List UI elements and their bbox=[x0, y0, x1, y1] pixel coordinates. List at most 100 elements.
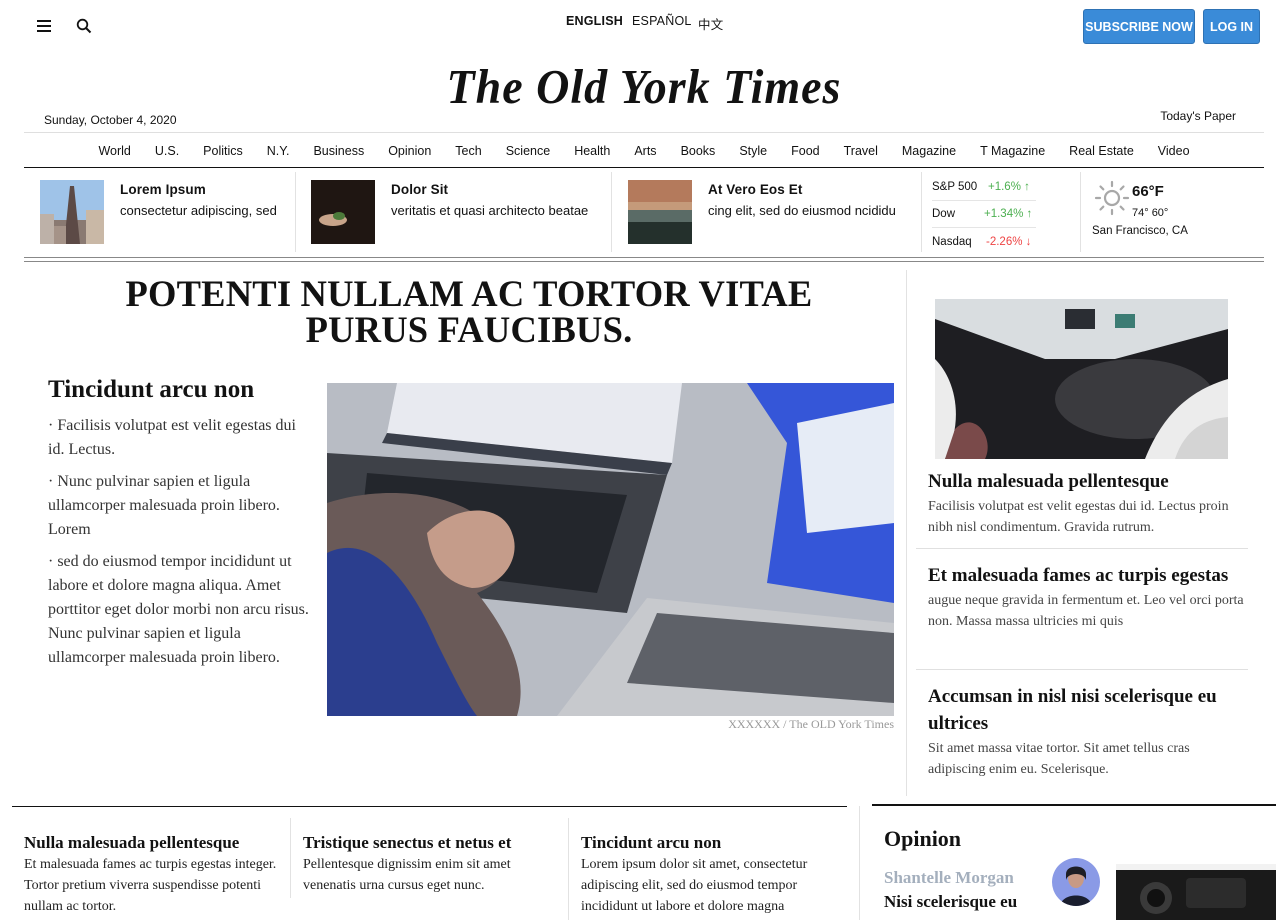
briefing-title: At Vero Eos Et bbox=[708, 182, 803, 197]
bullet-item: · Nunc pulvinar sapien et ligula ullamco… bbox=[48, 473, 280, 538]
story-summary: Et malesuada fames ac turpis egestas int… bbox=[24, 857, 277, 914]
nav-tech[interactable]: Tech bbox=[443, 144, 493, 158]
nav-magazine[interactable]: Magazine bbox=[890, 144, 968, 158]
masthead-divider bbox=[24, 132, 1264, 133]
section-nav: World U.S. Politics N.Y. Business Opinio… bbox=[24, 134, 1264, 167]
briefing-summary: consectetur adipiscing, sed bbox=[120, 203, 277, 218]
briefing-bottom-rule bbox=[24, 261, 1264, 262]
market-row: S&P 500 +1.6% ↑ bbox=[932, 174, 1036, 201]
opinion-author[interactable]: Shantelle Morgan bbox=[884, 868, 1014, 888]
market-row: Nasdaq -2.26% ↓ bbox=[932, 228, 1036, 255]
nav-books[interactable]: Books bbox=[669, 144, 728, 158]
subscribe-button[interactable]: SUBSCRIBE NOW bbox=[1083, 9, 1195, 44]
market-widget[interactable]: S&P 500 +1.6% ↑ Dow +1.34% ↑ Nasdaq -2.2… bbox=[932, 174, 1036, 255]
nav-divider bbox=[24, 167, 1264, 168]
market-name: S&P 500 bbox=[932, 181, 978, 193]
current-date: Sunday, October 4, 2020 bbox=[44, 113, 177, 127]
bullet-item: · sed do eiusmod tempor incididunt ut la… bbox=[48, 553, 309, 666]
briefing-thumbnail bbox=[311, 180, 375, 244]
menu-icon[interactable] bbox=[32, 14, 56, 38]
nav-us[interactable]: U.S. bbox=[143, 144, 191, 158]
briefing-divider bbox=[611, 172, 612, 252]
main-story-image[interactable] bbox=[327, 383, 894, 716]
market-change: +1.6% ↑ bbox=[988, 181, 1030, 193]
weather-city: San Francisco, CA bbox=[1092, 225, 1188, 237]
right-story[interactable]: Et malesuada fames ac turpis egestas aug… bbox=[928, 562, 1244, 632]
opinion-section-rule bbox=[872, 804, 1276, 806]
right-story[interactable]: Accumsan in nisl nisi scelerisque eu ult… bbox=[928, 683, 1244, 780]
story-headline: Nulla malesuada pellentesque bbox=[24, 833, 240, 852]
nav-video[interactable]: Video bbox=[1146, 144, 1202, 158]
bottom-divider bbox=[568, 818, 569, 920]
right-story-image[interactable] bbox=[935, 299, 1228, 459]
column-divider bbox=[859, 806, 860, 920]
main-bullets: · Facilisis volutpat est velit egestas d… bbox=[48, 414, 310, 678]
sun-icon bbox=[1094, 180, 1130, 216]
opinion-image[interactable] bbox=[1116, 864, 1276, 920]
briefing-title: Lorem Ipsum bbox=[120, 182, 206, 197]
opinion-title[interactable]: Nisi scelerisque eu bbox=[884, 892, 1017, 912]
bottom-story[interactable]: Tincidunt arcu non Lorem ipsum dolor sit… bbox=[581, 832, 843, 917]
lang-chinese[interactable]: 中文 bbox=[698, 14, 723, 33]
briefing-thumbnail bbox=[628, 180, 692, 244]
market-name: Nasdaq bbox=[932, 235, 972, 248]
nav-health[interactable]: Health bbox=[562, 144, 622, 158]
story-headline: Tristique senectus et netus et bbox=[303, 833, 512, 852]
market-name: Dow bbox=[932, 208, 956, 220]
nav-business[interactable]: Business bbox=[301, 144, 376, 158]
briefing-item[interactable]: Dolor Sit veritatis et quasi architecto … bbox=[311, 172, 609, 252]
briefing-summary: cing elit, sed do eiusmod ncididu bbox=[708, 203, 896, 218]
story-headline: Et malesuada fames ac turpis egestas bbox=[928, 565, 1229, 586]
weather-hilo: 74° 60° bbox=[1132, 207, 1169, 219]
bottom-story[interactable]: Nulla malesuada pellentesque Et malesuad… bbox=[24, 832, 279, 917]
opinion-section-title[interactable]: Opinion bbox=[884, 826, 961, 852]
right-story[interactable]: Nulla malesuada pellentesque Facilisis v… bbox=[928, 468, 1244, 538]
bullet-item: · Facilisis volutpat est velit egestas d… bbox=[48, 417, 296, 458]
market-row: Dow +1.34% ↑ bbox=[932, 201, 1036, 228]
nav-arts[interactable]: Arts bbox=[622, 144, 668, 158]
story-summary: Lorem ipsum dolor sit amet, consectetur … bbox=[581, 857, 808, 914]
masthead-logo[interactable]: The Old York Times bbox=[0, 59, 1288, 115]
bottom-story[interactable]: Tristique senectus et netus et Pellentes… bbox=[303, 832, 558, 896]
story-summary: Facilisis volutpat est velit egestas dui… bbox=[928, 499, 1229, 535]
nav-real-estate[interactable]: Real Estate bbox=[1057, 144, 1146, 158]
search-icon[interactable] bbox=[72, 14, 96, 38]
story-divider bbox=[916, 669, 1248, 670]
bottom-section-rule bbox=[12, 806, 847, 807]
column-divider bbox=[906, 270, 907, 796]
story-headline: Accumsan in nisl nisi scelerisque eu ult… bbox=[928, 686, 1217, 734]
nav-opinion[interactable]: Opinion bbox=[376, 144, 443, 158]
story-summary: Pellentesque dignissim enim sit amet ven… bbox=[303, 857, 511, 893]
briefing-thumbnail bbox=[40, 180, 104, 244]
login-button[interactable]: LOG IN bbox=[1203, 9, 1260, 44]
briefing-divider bbox=[1080, 172, 1081, 252]
nav-ny[interactable]: N.Y. bbox=[255, 144, 302, 158]
briefing-summary: veritatis et quasi architecto beatae bbox=[391, 203, 589, 218]
briefing-divider bbox=[921, 172, 922, 252]
story-divider bbox=[916, 548, 1248, 549]
market-change: -2.26% ↓ bbox=[986, 235, 1032, 248]
briefing-divider bbox=[295, 172, 296, 252]
briefing-item[interactable]: At Vero Eos Et cing elit, sed do eiusmod… bbox=[628, 172, 918, 252]
image-caption: XXXXXX / The OLD York Times bbox=[728, 717, 894, 731]
nav-travel[interactable]: Travel bbox=[832, 144, 890, 158]
bottom-divider bbox=[290, 818, 291, 898]
nav-world[interactable]: World bbox=[86, 144, 142, 158]
main-subheadline[interactable]: Tincidunt arcu non bbox=[48, 376, 254, 404]
briefing-item[interactable]: Lorem Ipsum consectetur adipiscing, sed bbox=[40, 172, 290, 252]
story-headline: Nulla malesuada pellentesque bbox=[928, 471, 1169, 492]
nav-politics[interactable]: Politics bbox=[191, 144, 255, 158]
nav-t-magazine[interactable]: T Magazine bbox=[968, 144, 1057, 158]
nav-food[interactable]: Food bbox=[779, 144, 832, 158]
main-headline[interactable]: POTENTI NULLAM AC TORTOR VITAE PURUS FAU… bbox=[48, 275, 890, 348]
nav-style[interactable]: Style bbox=[727, 144, 779, 158]
story-summary: Sit amet massa vitae tortor. Sit amet te… bbox=[928, 741, 1190, 777]
briefing-title: Dolor Sit bbox=[391, 182, 449, 197]
todays-paper-link[interactable]: Today's Paper bbox=[1160, 109, 1236, 123]
lang-espanol[interactable]: ESPAÑOL bbox=[632, 14, 692, 28]
market-change: +1.34% ↑ bbox=[984, 208, 1033, 220]
story-summary: augue neque gravida in fermentum et. Leo… bbox=[928, 593, 1244, 629]
nav-science[interactable]: Science bbox=[494, 144, 562, 158]
author-avatar[interactable] bbox=[1052, 858, 1100, 906]
lang-english[interactable]: ENGLISH bbox=[566, 14, 623, 28]
